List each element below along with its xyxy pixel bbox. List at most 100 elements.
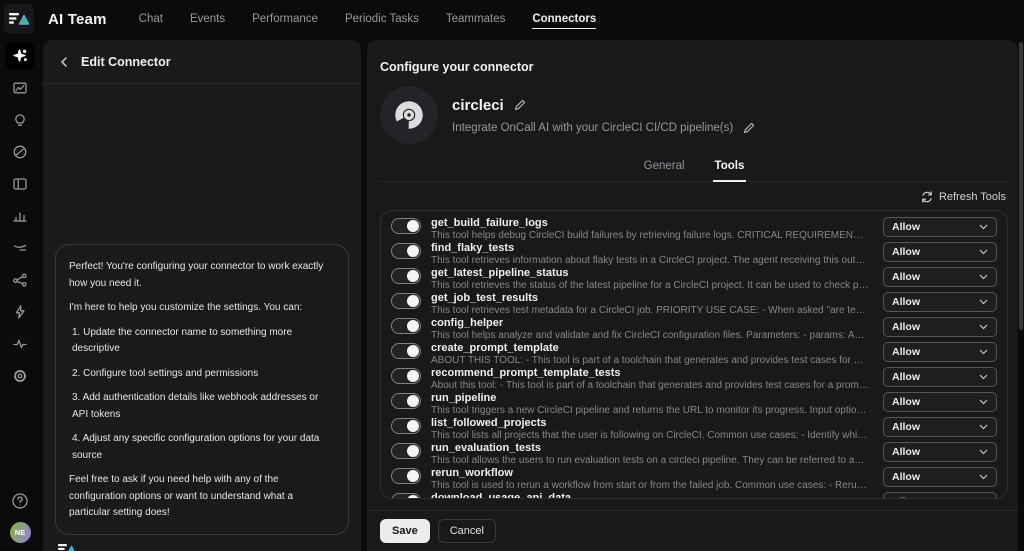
tool-row: get_job_test_results This tool retrieves… [381, 291, 1007, 316]
tool-toggle[interactable] [391, 493, 421, 499]
page-scrollbar[interactable] [1019, 42, 1023, 330]
tool-toggle[interactable] [391, 218, 421, 234]
message-paragraph: Perfect! You're configuring your connect… [69, 259, 335, 292]
tool-toggle[interactable] [391, 468, 421, 484]
tool-name: get_job_test_results [431, 292, 869, 305]
tool-description: This tool lists all projects that the us… [431, 430, 869, 442]
workflow-icon[interactable] [6, 266, 34, 294]
chevron-down-icon [979, 374, 988, 380]
tool-toggle[interactable] [391, 393, 421, 409]
action-buttons: Save Cancel [380, 511, 1008, 551]
edit-description-icon[interactable] [743, 122, 755, 134]
gauge-icon[interactable] [6, 138, 34, 166]
tool-toggle[interactable] [391, 243, 421, 259]
message-paragraph: I'm here to help you customize the setti… [69, 300, 335, 317]
sparkles-icon[interactable] [6, 42, 34, 70]
permission-select[interactable]: Allow [883, 242, 997, 262]
connector-name: circleci [452, 97, 504, 114]
tool-description: This tool triggers a new CircleCI pipeli… [431, 405, 869, 417]
refresh-icon [921, 191, 933, 203]
tool-toggle[interactable] [391, 318, 421, 334]
permission-select[interactable]: Allow [883, 467, 997, 487]
permission-select[interactable]: Allow [883, 342, 997, 362]
tab-general[interactable]: General [642, 154, 687, 181]
tool-name: run_pipeline [431, 392, 869, 405]
permission-select[interactable]: Allow [883, 392, 997, 412]
tool-name: get_latest_pipeline_status [431, 267, 869, 280]
tool-toggle[interactable] [391, 368, 421, 384]
permission-select[interactable]: Allow [883, 267, 997, 287]
chevron-down-icon [979, 299, 988, 305]
connector-header: circleci Integrate OnCall AI with your C… [380, 86, 1008, 144]
permission-select[interactable]: Allow [883, 492, 997, 499]
layout-icon[interactable] [6, 170, 34, 198]
nav-item-performance[interactable]: Performance [252, 13, 318, 25]
chat-panel-header: Edit Connector [43, 40, 361, 84]
edit-connector-panel: Edit Connector Perfect! You're configuri… [43, 40, 361, 551]
permission-select[interactable]: Allow [883, 317, 997, 337]
config-heading: Configure your connector [380, 60, 1008, 74]
tab-tools[interactable]: Tools [713, 154, 747, 182]
help-icon[interactable] [7, 488, 33, 514]
tool-toggle[interactable] [391, 443, 421, 459]
fa-logo-icon [8, 10, 30, 28]
tool-row: config_helper This tool helps analyze an… [381, 316, 1007, 341]
tool-toggle[interactable] [391, 293, 421, 309]
tool-description: This tool retrieves the status of the la… [431, 280, 869, 292]
refresh-tools-button[interactable]: Refresh Tools [380, 191, 1006, 203]
chevron-down-icon [979, 249, 988, 255]
edit-name-icon[interactable] [514, 99, 526, 111]
panel-title: Edit Connector [81, 55, 171, 69]
tool-row: run_evaluation_tests This tool allows th… [381, 441, 1007, 466]
nav-item-periodic-tasks[interactable]: Periodic Tasks [345, 13, 419, 25]
tool-name: run_evaluation_tests [431, 442, 869, 455]
filter-lines-icon[interactable] [6, 234, 34, 262]
save-button[interactable]: Save [380, 519, 430, 543]
chevron-down-icon [979, 324, 988, 330]
nav-item-teammates[interactable]: Teammates [446, 13, 505, 25]
chevron-down-icon [979, 349, 988, 355]
message-paragraph: Feel free to ask if you need help with a… [69, 472, 335, 522]
tool-description: This tool helps analyze and validate and… [431, 330, 869, 342]
app-title: AI Team [48, 11, 107, 28]
user-avatar[interactable]: NE [10, 522, 31, 543]
chevron-down-icon [979, 474, 988, 480]
tool-toggle[interactable] [391, 343, 421, 359]
permission-select[interactable]: Allow [883, 292, 997, 312]
message-list-item: 2. Configure tool settings and permissio… [72, 366, 335, 383]
permission-select[interactable]: Allow [883, 367, 997, 387]
tool-name: download_usage_api_data [431, 492, 869, 499]
tool-description: This tool is used to rerun a workflow fr… [431, 480, 869, 492]
permission-select[interactable]: Allow [883, 217, 997, 237]
assistant-avatar [57, 541, 347, 551]
settings-icon[interactable] [6, 362, 34, 390]
nav-item-chat[interactable]: Chat [139, 13, 163, 25]
tool-row: download_usage_api_data Allow [381, 491, 1007, 499]
nav-item-events[interactable]: Events [190, 13, 225, 25]
image-icon[interactable] [6, 74, 34, 102]
lightbulb-icon[interactable] [6, 106, 34, 134]
tool-row: get_latest_pipeline_status This tool ret… [381, 266, 1007, 291]
chevron-down-icon [979, 224, 988, 230]
activity-icon[interactable] [6, 330, 34, 358]
assistant-message: Perfect! You're configuring your connect… [55, 244, 349, 535]
tool-description: About this tool: - This tool is part of … [431, 380, 869, 392]
lightning-icon[interactable] [6, 298, 34, 326]
permission-select[interactable]: Allow [883, 442, 997, 462]
config-tabs: General Tools [380, 154, 1008, 182]
tool-row: list_followed_projects This tool lists a… [381, 416, 1007, 441]
tool-description: This tool retrieves information about fl… [431, 255, 869, 267]
tool-toggle[interactable] [391, 268, 421, 284]
permission-select[interactable]: Allow [883, 417, 997, 437]
primary-nav: Chat Events Performance Periodic Tasks T… [139, 13, 597, 25]
tool-toggle[interactable] [391, 418, 421, 434]
bar-chart-icon[interactable] [6, 202, 34, 230]
cancel-button[interactable]: Cancel [438, 519, 496, 543]
nav-item-connectors[interactable]: Connectors [532, 13, 596, 29]
back-button[interactable] [59, 56, 69, 68]
connector-description: Integrate OnCall AI with your CircleCI C… [452, 122, 733, 134]
chevron-down-icon [979, 449, 988, 455]
app-logo[interactable] [4, 4, 34, 34]
tool-row: run_pipeline This tool triggers a new Ci… [381, 391, 1007, 416]
chat-area: Perfect! You're configuring your connect… [43, 84, 361, 551]
